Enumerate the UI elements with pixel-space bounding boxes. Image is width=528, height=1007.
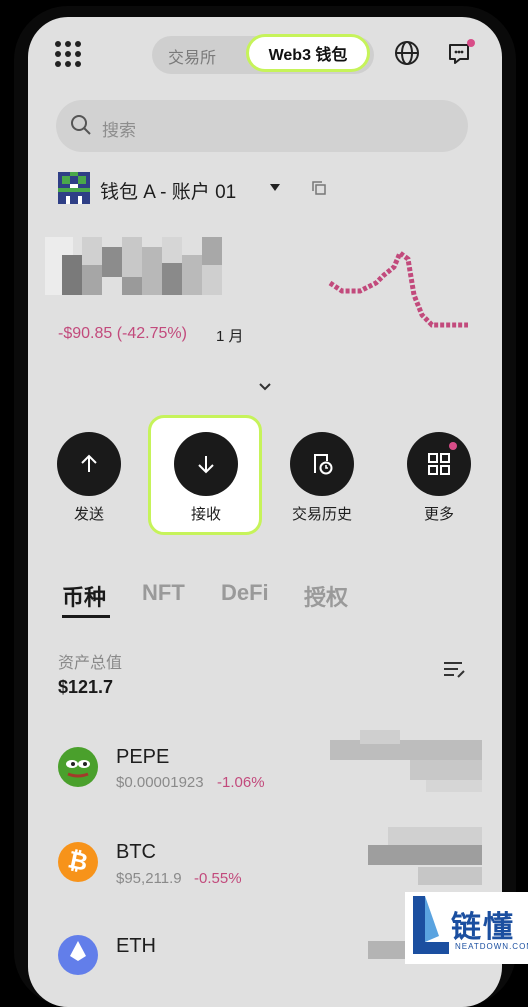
- total-assets-value: $121.7: [58, 677, 114, 697]
- history-label: 交易历史: [291, 506, 352, 523]
- more-label: 更多: [423, 506, 454, 523]
- account-name[interactable]: 钱包 A - 账户 01: [100, 177, 236, 204]
- coin-price: $0.00001923: [116, 774, 204, 791]
- watermark-domain: NEATDOWN.COM: [455, 942, 528, 951]
- apps-grid-icon[interactable]: [55, 41, 81, 67]
- wallet-avatar[interactable]: [58, 172, 90, 204]
- receive-label: 接收: [190, 506, 221, 523]
- account-dropdown-icon[interactable]: [270, 184, 280, 191]
- logo-mark-icon: [413, 896, 449, 954]
- notification-dot: [467, 39, 475, 47]
- arrow-up-icon: [81, 454, 97, 472]
- tab-nft[interactable]: NFT: [142, 580, 185, 606]
- holding-hidden-mosaic: [330, 730, 482, 794]
- tab-defi[interactable]: DeFi: [221, 580, 269, 606]
- btc-icon: ₿: [58, 842, 98, 882]
- coin-name: ETH: [116, 935, 156, 957]
- search-icon: [71, 115, 91, 135]
- coin-change: -1.06%: [217, 774, 265, 791]
- sort-icon[interactable]: [442, 659, 468, 681]
- watermark-brand: 链懂: [451, 911, 515, 944]
- balance-sparkline: [328, 249, 468, 328]
- tab-approvals[interactable]: 授权: [304, 580, 348, 612]
- history-button[interactable]: [290, 432, 354, 496]
- send-button[interactable]: [57, 432, 121, 496]
- wallet-screen: 交易所 Web3 钱包 搜索 钱包 A - 账户 01 -$90.85 (-42…: [28, 17, 502, 1007]
- balance-change: -$90.85 (-42.75%): [58, 325, 187, 342]
- holding-hidden-mosaic: [368, 827, 482, 891]
- coin-price: $95,211.9: [116, 870, 182, 887]
- send-label: 发送: [73, 506, 104, 523]
- receive-button[interactable]: [174, 432, 238, 496]
- message-icon[interactable]: [447, 39, 475, 67]
- tab-exchange[interactable]: 交易所: [168, 44, 216, 68]
- history-icon: [314, 454, 333, 475]
- globe-icon[interactable]: [394, 40, 420, 66]
- notification-dot: [449, 442, 457, 450]
- more-button[interactable]: [407, 432, 471, 496]
- coin-change: -0.55%: [194, 870, 242, 887]
- arrow-down-icon: [198, 456, 214, 474]
- coin-name: PEPE: [116, 746, 170, 768]
- search-input[interactable]: 搜索: [102, 116, 136, 141]
- pepe-icon: [58, 747, 98, 787]
- balance-hidden-mosaic: [45, 237, 235, 297]
- chevron-down-icon[interactable]: [258, 382, 272, 392]
- tab-web3-wallet[interactable]: Web3 钱包: [246, 34, 370, 72]
- active-tab-indicator: [62, 615, 110, 618]
- eth-icon: [58, 935, 98, 975]
- tab-tokens[interactable]: 币种: [62, 580, 106, 612]
- grid-icon: [428, 453, 450, 475]
- total-assets-label: 资产总值: [58, 655, 123, 672]
- period-selector[interactable]: 1 月: [216, 325, 244, 346]
- copy-icon[interactable]: [312, 181, 326, 195]
- coin-name: BTC: [116, 841, 156, 863]
